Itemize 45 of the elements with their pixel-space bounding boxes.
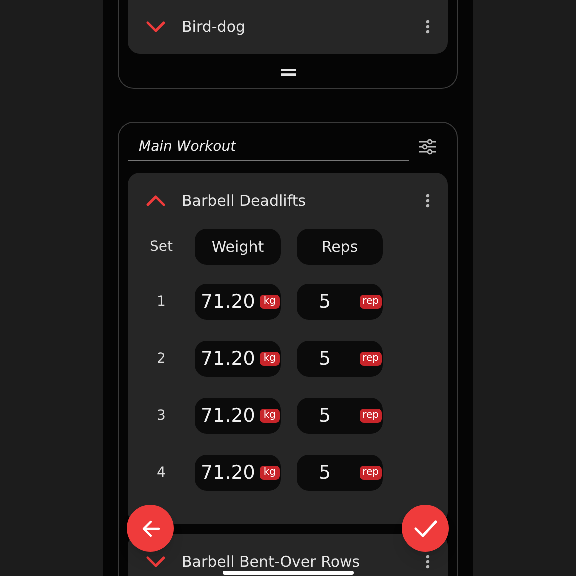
weight-value: 71.20 <box>201 460 256 486</box>
reps-field[interactable]: 5 rep <box>297 341 383 377</box>
section-title[interactable]: Main Workout <box>128 137 409 161</box>
unit-tag: rep <box>360 352 382 366</box>
exercise-name: Barbell Deadlifts <box>182 193 306 209</box>
reps-field[interactable]: 5 rep <box>297 398 383 434</box>
more-options-icon[interactable] <box>426 20 430 34</box>
unit-tag: rep <box>360 466 382 480</box>
set-number: 2 <box>156 350 167 368</box>
reps-field[interactable]: 5 rep <box>297 455 383 491</box>
weight-field[interactable]: 71.20 kg <box>195 455 281 491</box>
chevron-up-icon[interactable] <box>146 195 166 207</box>
column-header: Set <box>149 238 174 256</box>
reps-value: 5 <box>319 290 332 315</box>
more-options-icon[interactable] <box>426 555 430 569</box>
reps-value: 5 <box>319 404 332 429</box>
unit-tag: kg <box>260 352 280 366</box>
unit-tag: rep <box>360 409 382 423</box>
unit-tag: kg <box>260 295 280 309</box>
weight-field[interactable]: 71.20 kg <box>195 398 281 434</box>
weight-field[interactable]: 71.20 kg <box>195 284 281 320</box>
set-number: 4 <box>156 464 167 482</box>
more-options-icon[interactable] <box>426 194 430 208</box>
chevron-down-icon[interactable] <box>146 556 166 568</box>
weight-value: 71.20 <box>201 290 256 315</box>
checkmark-icon <box>414 520 438 538</box>
chevron-down-icon[interactable] <box>146 21 166 33</box>
unit-tag: kg <box>260 409 280 423</box>
drag-handle-icon[interactable] <box>280 69 296 76</box>
set-number: 1 <box>156 292 167 312</box>
arrow-left-icon <box>140 520 160 538</box>
reps-field[interactable]: 5 rep <box>297 284 383 320</box>
set-number: 3 <box>156 406 167 426</box>
column-header: Weight <box>195 229 281 265</box>
reps-value: 5 <box>319 460 332 486</box>
sliders-icon[interactable] <box>419 139 436 155</box>
exercise-name: Barbell Bent-Over Rows <box>182 554 360 570</box>
exercise-name: Bird-dog <box>182 19 246 35</box>
column-header: Reps <box>297 229 383 265</box>
weight-value: 71.20 <box>201 346 256 372</box>
weight-field[interactable]: 71.20 kg <box>195 341 281 377</box>
unit-tag: kg <box>260 466 280 480</box>
weight-value: 71.20 <box>201 404 256 429</box>
unit-tag: rep <box>360 295 382 309</box>
reps-value: 5 <box>319 346 332 372</box>
